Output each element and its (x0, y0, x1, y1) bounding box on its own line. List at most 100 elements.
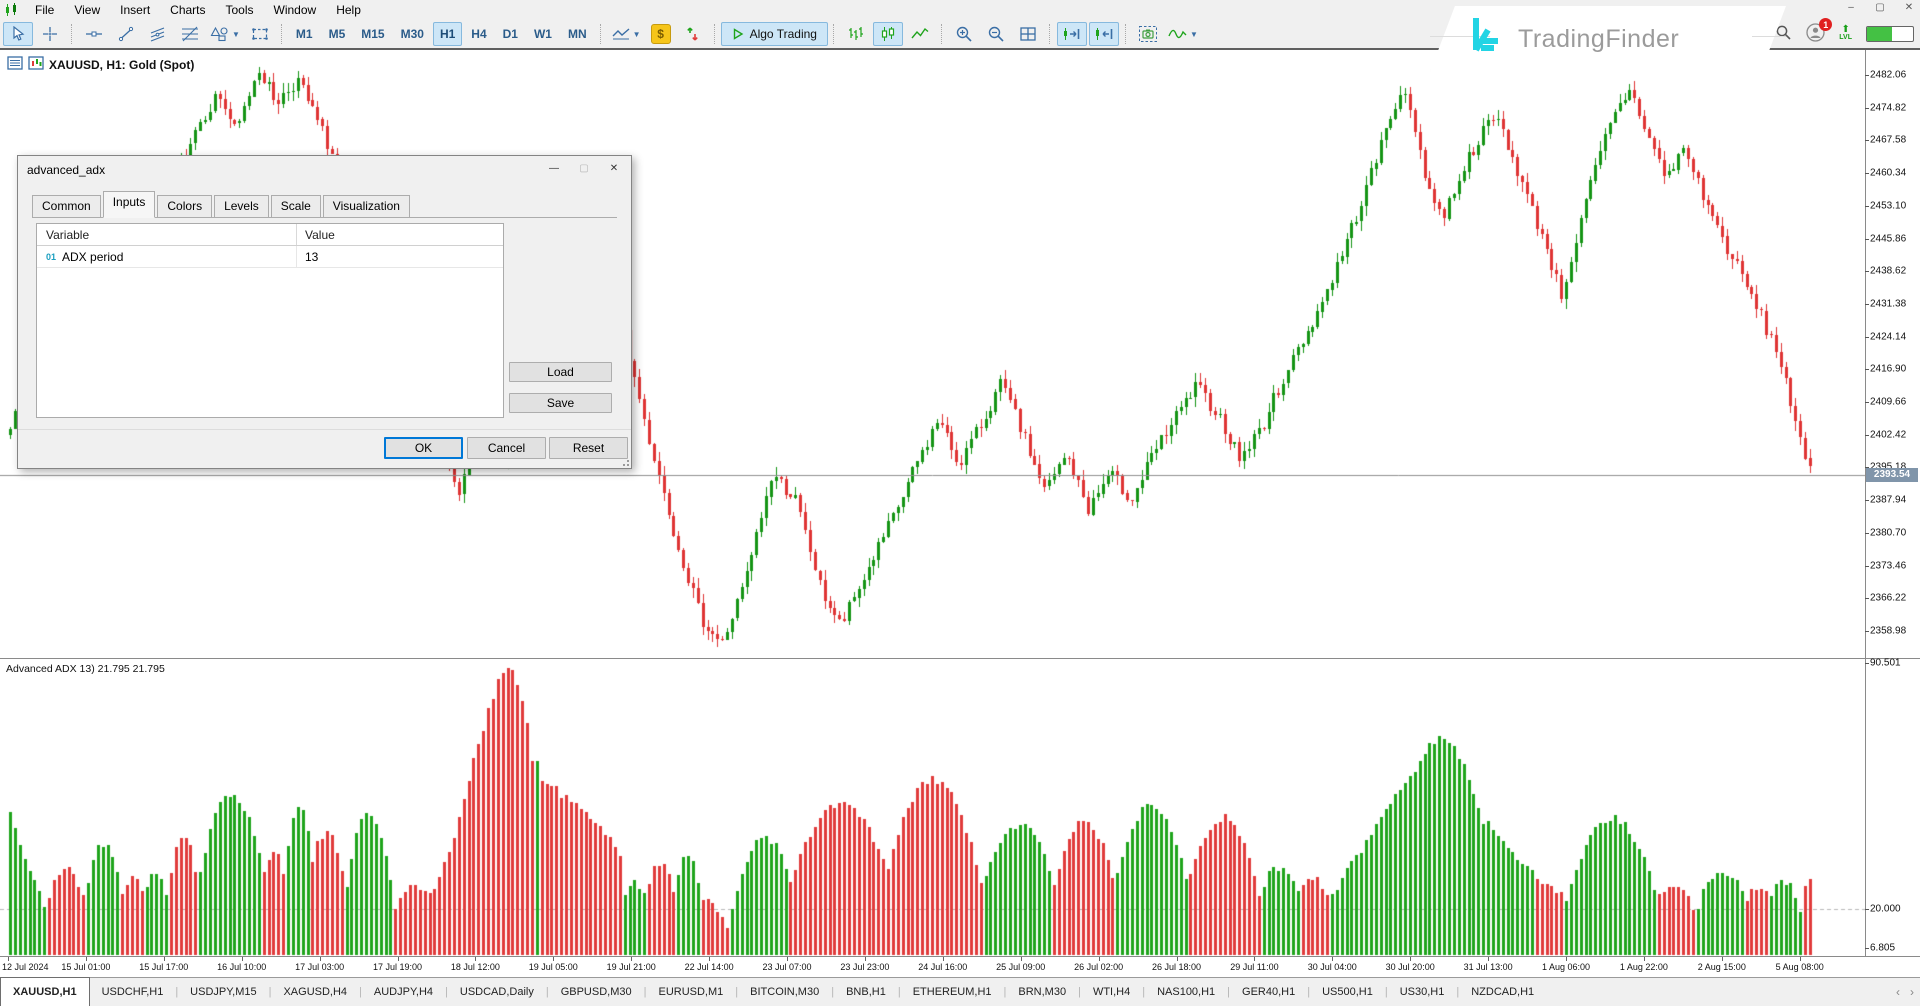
menu-item-charts[interactable]: Charts (160, 1, 215, 19)
symbol-tab-bnb-h1[interactable]: BNB,H1 (834, 978, 898, 1006)
menu-item-window[interactable]: Window (264, 1, 327, 19)
chart-objects-icon[interactable]: ▼ (608, 22, 644, 46)
timeframe-h4[interactable]: H4 (464, 22, 493, 46)
price-axis-border (1865, 50, 1866, 956)
play-icon (732, 28, 744, 40)
tile-windows-icon[interactable] (1013, 22, 1043, 46)
cursor-icon[interactable] (3, 22, 33, 46)
time-axis-tick (164, 957, 165, 961)
dialog-tab-colors[interactable]: Colors (157, 195, 212, 217)
menu-item-view[interactable]: View (64, 1, 110, 19)
table-row[interactable]: 01 ADX period 13 (37, 246, 503, 268)
dialog-close-button[interactable]: ✕ (599, 158, 629, 178)
dialog-minimize-button[interactable]: — (539, 158, 569, 178)
indicator-wave-icon[interactable]: ▼ (1165, 22, 1201, 46)
zoom-in-icon[interactable] (949, 22, 979, 46)
hline-tool-icon[interactable] (79, 22, 109, 46)
time-axis-label: 23 Jul 07:00 (762, 962, 811, 972)
price-axis-tick (1865, 402, 1869, 403)
dialog-tab-scale[interactable]: Scale (271, 195, 321, 217)
symbol-tab-audjpy-h4[interactable]: AUDJPY,H4 (362, 978, 445, 1006)
time-axis-label: 31 Jul 13:00 (1464, 962, 1513, 972)
shapes-icon[interactable]: ▼ (207, 22, 243, 46)
symbol-tab-us30-h1[interactable]: US30,H1 (1388, 978, 1457, 1006)
channel-icon[interactable] (143, 22, 173, 46)
dialog-tab-visualization[interactable]: Visualization (323, 195, 410, 217)
level-label: LVL (1839, 34, 1852, 42)
menu-item-help[interactable]: Help (326, 1, 371, 19)
symbol-tab-usdjpy-m15[interactable]: USDJPY,M15 (178, 978, 268, 1006)
scroll-to-end-icon[interactable] (1057, 22, 1087, 46)
zoom-out-icon[interactable] (981, 22, 1011, 46)
menu-item-file[interactable]: File (25, 1, 64, 19)
price-axis-label: 2431.38 (1870, 298, 1906, 309)
menu-item-tools[interactable]: Tools (216, 1, 264, 19)
timeframe-m1[interactable]: M1 (289, 22, 320, 46)
symbol-tab-gbpusd-m30[interactable]: GBPUSD,M30 (549, 978, 644, 1006)
chart-shift-icon[interactable] (1089, 22, 1119, 46)
cancel-button[interactable]: Cancel (467, 437, 546, 459)
symbol-tab-xauusd-h1[interactable]: XAUUSD,H1 (0, 977, 90, 1006)
crosshair-icon[interactable] (35, 22, 65, 46)
symbol-tab-usdchf-h1[interactable]: USDCHF,H1 (90, 978, 176, 1006)
time-axis-label: 12 Jul 2024 (2, 962, 49, 972)
symbol-tab-bitcoin-m30[interactable]: BITCOIN,M30 (738, 978, 831, 1006)
symbol-tab-us500-h1[interactable]: US500,H1 (1310, 978, 1385, 1006)
chart-window-icon[interactable] (28, 56, 44, 73)
variable-value[interactable]: 13 (297, 250, 318, 264)
window-minimize-button[interactable]: – (1844, 1, 1858, 15)
profile-icon[interactable]: 1 (1806, 23, 1825, 45)
price-axis-tick (1865, 533, 1869, 534)
quotes-list-icon[interactable] (7, 56, 23, 73)
timeframe-m30[interactable]: M30 (394, 22, 431, 46)
trendline-icon[interactable] (111, 22, 141, 46)
chart-symbol-label: XAUUSD, H1: Gold (Spot) (49, 58, 194, 72)
ok-button[interactable]: OK (384, 437, 463, 459)
indicator-axis-label: 90.501 (1870, 658, 1901, 669)
screenshot-icon[interactable] (1133, 22, 1163, 46)
tabs-scroll-left-icon[interactable]: ‹ (1896, 985, 1900, 999)
search-icon[interactable] (1775, 24, 1792, 44)
dollar-icon[interactable]: $ (646, 22, 676, 46)
symbol-tab-ger40-h1[interactable]: GER40,H1 (1230, 978, 1307, 1006)
buy-sell-arrows-icon[interactable] (678, 22, 708, 46)
save-button[interactable]: Save (509, 393, 612, 413)
symbol-tab-ethereum-h1[interactable]: ETHEREUM,H1 (901, 978, 1004, 1006)
level-progress-bar (1866, 26, 1914, 42)
rect-select-icon[interactable] (245, 22, 275, 46)
bars-chart-icon[interactable] (841, 22, 871, 46)
resize-grip[interactable] (619, 456, 629, 466)
candles-chart-icon[interactable] (873, 22, 903, 46)
menu-item-insert[interactable]: Insert (110, 1, 160, 19)
fibonacci-icon[interactable] (175, 22, 205, 46)
timeframe-mn[interactable]: MN (561, 22, 594, 46)
line-chart-icon[interactable] (905, 22, 935, 46)
time-axis[interactable]: 12 Jul 202415 Jul 01:0015 Jul 17:0016 Ju… (0, 956, 1920, 979)
algo-trading-button[interactable]: Algo Trading (721, 22, 828, 46)
symbol-tab-nzdcad-h1[interactable]: NZDCAD,H1 (1459, 978, 1546, 1006)
indicator-separator[interactable] (0, 658, 1920, 659)
timeframe-m5[interactable]: M5 (322, 22, 353, 46)
timeframe-h1[interactable]: H1 (433, 22, 462, 46)
timeframe-w1[interactable]: W1 (527, 22, 559, 46)
symbol-tab-usdcad-daily[interactable]: USDCAD,Daily (448, 978, 546, 1006)
load-button[interactable]: Load (509, 362, 612, 382)
symbol-tab-xagusd-h4[interactable]: XAGUSD,H4 (271, 978, 359, 1006)
dialog-tab-common[interactable]: Common (32, 195, 101, 217)
symbol-tab-nas100-h1[interactable]: NAS100,H1 (1145, 978, 1227, 1006)
reset-button[interactable]: Reset (549, 437, 628, 459)
symbol-tab-eurusd-m1[interactable]: EURUSD,M1 (646, 978, 735, 1006)
dialog-tab-inputs[interactable]: Inputs (103, 191, 156, 218)
window-close-button[interactable]: ✕ (1902, 1, 1916, 15)
dialog-maximize-button[interactable]: ▢ (569, 158, 599, 178)
timeframe-m15[interactable]: M15 (354, 22, 391, 46)
symbol-tab-wti-h4[interactable]: WTI,H4 (1081, 978, 1142, 1006)
tabs-scroll-right-icon[interactable]: › (1910, 985, 1914, 999)
dialog-tab-levels[interactable]: Levels (214, 195, 269, 217)
price-axis-tick (1865, 140, 1869, 141)
symbol-tab-brn-m30[interactable]: BRN,M30 (1006, 978, 1078, 1006)
window-maximize-button[interactable]: ▢ (1873, 1, 1887, 15)
level-widget[interactable]: ⬆ LVL (1839, 26, 1852, 42)
timeframe-d1[interactable]: D1 (496, 22, 525, 46)
adx-indicator-canvas[interactable] (0, 659, 1865, 956)
